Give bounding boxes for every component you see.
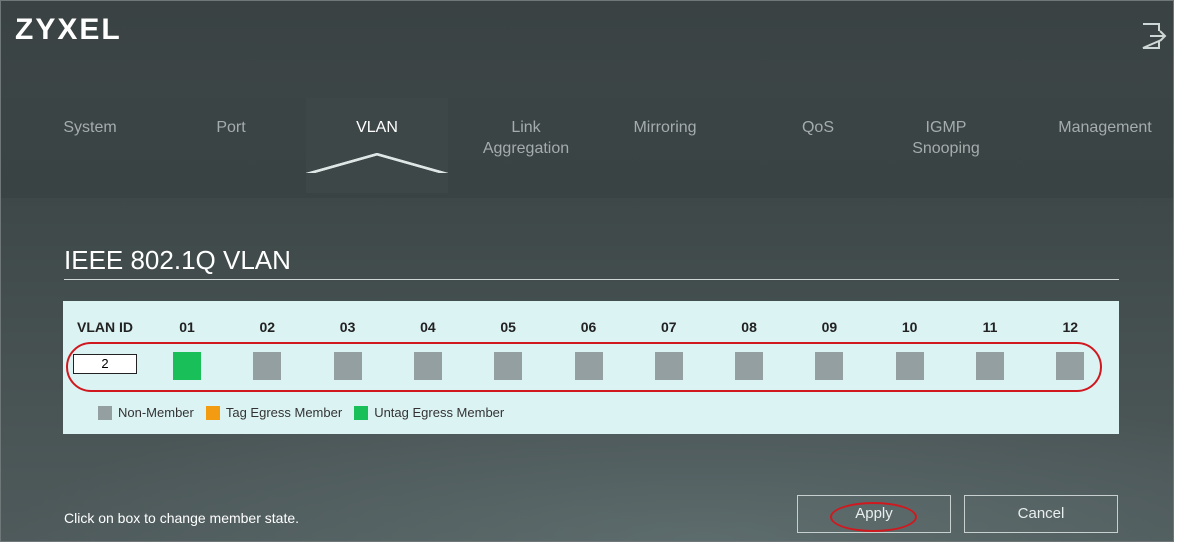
title-divider [64,279,1119,280]
legend-swatch-non-member [98,405,112,420]
legend-untag-egress: Untag Egress Member [354,405,504,420]
port-member-box-04[interactable] [413,352,442,380]
tab-system[interactable]: System [31,98,149,193]
port-header-08: 08 [741,319,757,335]
port-member-box-03[interactable] [333,352,362,380]
apply-button[interactable]: Apply [797,495,951,533]
member-legend: Non-Member Tag Egress Member Untag Egres… [98,405,516,420]
port-member-box-07[interactable] [654,352,683,380]
cancel-button[interactable]: Cancel [964,495,1118,533]
tab-management[interactable]: Management [1041,98,1169,193]
port-member-box-05[interactable] [494,352,523,380]
port-header-06: 06 [580,319,597,335]
legend-swatch-tag-egress [205,405,220,420]
vlan-id-input[interactable] [73,354,137,374]
port-header-01: 01 [179,319,195,335]
port-member-box-09[interactable] [815,352,844,380]
tab-port[interactable]: Port [181,98,281,193]
vlan-membership-panel: VLAN ID 01 02 03 04 05 06 07 08 09 10 11 12 Non-Mem… [63,301,1119,434]
legend-swatch-untag-egress [354,405,369,420]
zyxel-logo: ZYXEL [15,13,122,46]
port-header-09: 09 [821,319,838,335]
port-header-04: 04 [420,319,436,335]
tab-link-aggregation[interactable]: Link Aggregation [466,98,586,193]
vlan-id-header: VLAN ID [77,319,133,335]
port-member-box-11[interactable] [976,352,1004,380]
tab-igmp-snooping[interactable]: IGMP Snooping [896,98,996,193]
page-title: IEEE 802.1Q VLAN [64,245,291,275]
port-header-02: 02 [259,319,276,335]
tab-vlan[interactable]: VLAN [306,98,448,193]
main-nav-tabs: System Port VLAN Link Aggregation Mirror… [1,98,1173,198]
port-member-box-01[interactable] [173,352,201,380]
legend-non-member: Non-Member [98,405,194,420]
tab-qos[interactable]: QoS [773,98,863,193]
port-header-05: 05 [500,319,516,335]
port-header-11: 11 [982,319,998,335]
app-frame: ZYXEL System Port VLAN Link Aggregation … [0,0,1174,542]
port-member-box-06[interactable] [574,352,603,380]
port-member-box-08[interactable] [735,352,764,380]
footer-hint: Click on box to change member state. [64,510,300,526]
port-member-box-02[interactable] [253,352,282,380]
port-header-03: 03 [339,319,356,335]
port-member-box-12[interactable] [1056,352,1085,380]
legend-tag-egress: Tag Egress Member [205,405,342,420]
port-header-10: 10 [901,319,918,335]
port-header-12: 12 [1062,319,1079,335]
port-header-07: 07 [661,319,677,335]
tab-mirroring[interactable]: Mirroring [613,98,717,193]
port-member-box-10[interactable] [895,352,924,380]
logout-icon[interactable] [1140,21,1168,51]
